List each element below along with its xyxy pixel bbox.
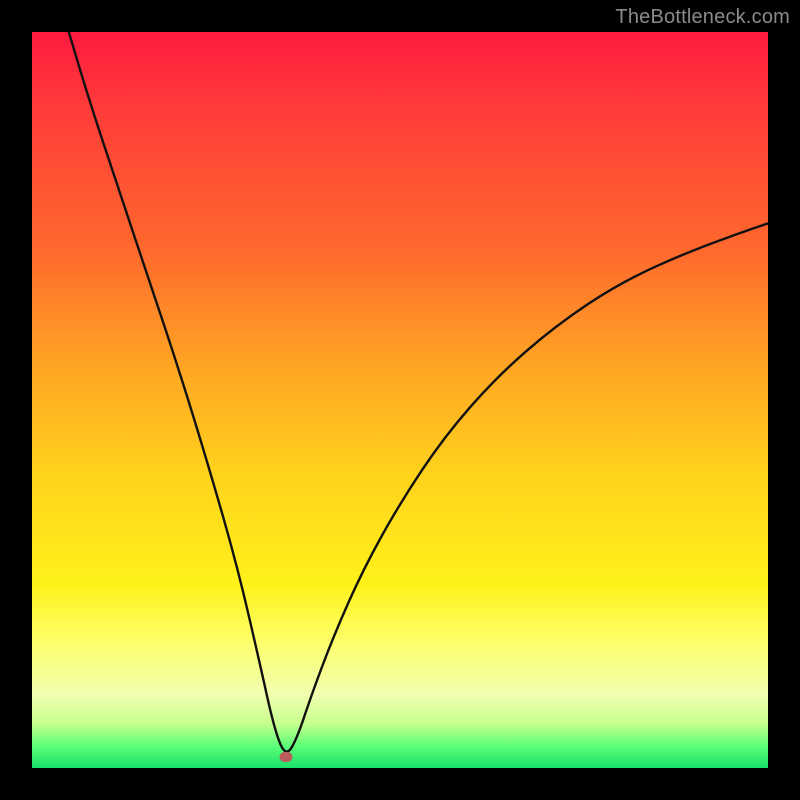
- optimal-point-marker: [279, 752, 292, 762]
- bottleneck-curve: [32, 32, 768, 768]
- watermark-text: TheBottleneck.com: [615, 6, 790, 29]
- plot-area: [32, 32, 768, 768]
- chart-stage: TheBottleneck.com: [0, 0, 800, 800]
